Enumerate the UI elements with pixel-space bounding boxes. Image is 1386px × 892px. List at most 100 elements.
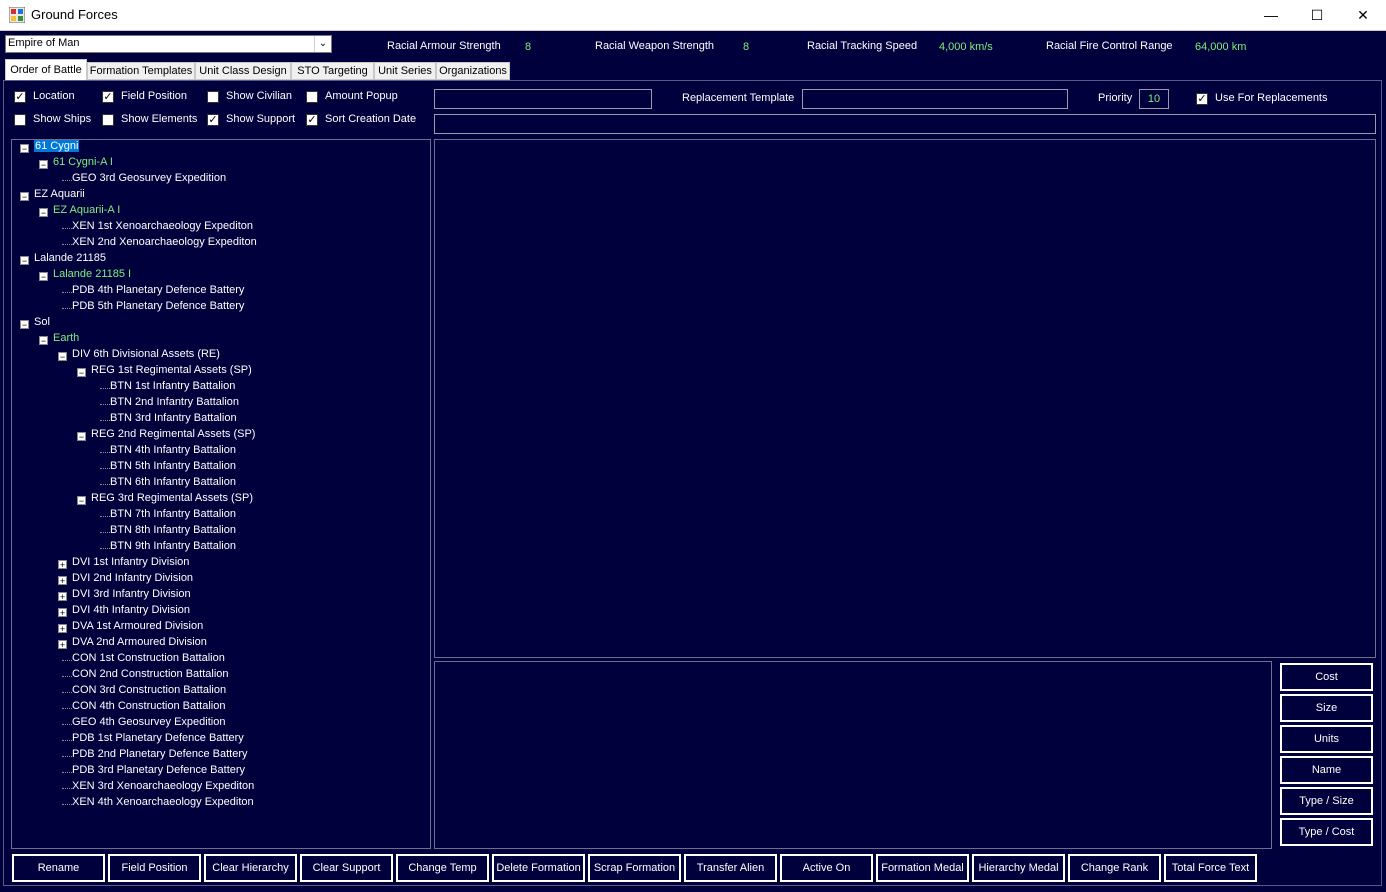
- tree-node[interactable]: BTN 5th Infantry Battalion: [110, 460, 236, 472]
- field-position-button[interactable]: Field Position: [107, 853, 202, 883]
- tree-node[interactable]: 61 Cygni-A I: [53, 156, 113, 168]
- rename-button[interactable]: Rename: [11, 853, 106, 883]
- tab-organizations[interactable]: Organizations: [436, 62, 510, 80]
- collapse-icon[interactable]: −: [20, 320, 29, 330]
- tab-sto-targeting[interactable]: STO Targeting: [291, 62, 374, 80]
- race-select[interactable]: Empire of Man ⌄: [5, 35, 332, 53]
- tree-node[interactable]: XEN 1st Xenoarchaeology Expediton: [72, 220, 253, 232]
- tree-node[interactable]: DVA 2nd Armoured Division: [72, 636, 207, 648]
- tree-node[interactable]: GEO 3rd Geosurvey Expedition: [72, 172, 226, 184]
- tree-node[interactable]: REG 1st Regimental Assets (SP): [91, 364, 252, 376]
- field-position-checkbox[interactable]: ✓: [102, 91, 114, 103]
- tree-node[interactable]: BTN 2nd Infantry Battalion: [110, 396, 239, 408]
- formation-name-input[interactable]: [434, 89, 652, 109]
- tree-node[interactable]: XEN 2nd Xenoarchaeology Expediton: [72, 236, 257, 248]
- location-checkbox[interactable]: ✓: [14, 91, 26, 103]
- collapse-icon[interactable]: −: [77, 432, 86, 442]
- tree-node[interactable]: PDB 3rd Planetary Defence Battery: [72, 764, 245, 776]
- tree-node[interactable]: BTN 9th Infantry Battalion: [110, 540, 236, 552]
- tree-node[interactable]: CON 4th Construction Battalion: [72, 700, 225, 712]
- collapse-icon[interactable]: −: [20, 192, 29, 202]
- sort-type-cost-button[interactable]: Type / Cost: [1280, 818, 1373, 846]
- tab-unit-class-design[interactable]: Unit Class Design: [195, 62, 291, 80]
- total-force-text-button[interactable]: Total Force Text: [1163, 853, 1258, 883]
- tree-node[interactable]: REG 2nd Regimental Assets (SP): [91, 428, 255, 440]
- sort-units-button[interactable]: Units: [1280, 725, 1373, 753]
- delete-formation-button[interactable]: Delete Formation: [491, 853, 586, 883]
- tab-formation-templates[interactable]: Formation Templates: [87, 62, 195, 80]
- formation-detail-panel[interactable]: [434, 139, 1376, 658]
- tree-node[interactable]: DVI 3rd Infantry Division: [72, 588, 191, 600]
- tree-node[interactable]: GEO 4th Geosurvey Expedition: [72, 716, 225, 728]
- maximize-button[interactable]: ☐: [1294, 0, 1340, 30]
- priority-input[interactable]: 10: [1139, 89, 1169, 109]
- use-for-replacements-checkbox[interactable]: ✓: [1196, 93, 1208, 105]
- replacement-template-input[interactable]: [802, 89, 1068, 109]
- collapse-icon[interactable]: −: [39, 160, 48, 170]
- tree-node[interactable]: BTN 6th Infantry Battalion: [110, 476, 236, 488]
- sort-name-button[interactable]: Name: [1280, 756, 1373, 784]
- collapse-icon[interactable]: −: [20, 144, 29, 154]
- tree-node[interactable]: 61 Cygni: [34, 140, 80, 152]
- tree-node[interactable]: CON 3rd Construction Battalion: [72, 684, 226, 696]
- tree-node[interactable]: EZ Aquarii: [34, 188, 85, 200]
- sort-cost-button[interactable]: Cost: [1280, 663, 1373, 691]
- tree-node[interactable]: Sol: [34, 316, 50, 328]
- sort-creation-date-checkbox[interactable]: ✓: [306, 114, 318, 126]
- collapse-icon[interactable]: −: [20, 256, 29, 266]
- close-button[interactable]: ✕: [1340, 0, 1386, 30]
- show-support-checkbox[interactable]: ✓: [207, 114, 219, 126]
- expand-icon[interactable]: +: [58, 640, 67, 650]
- expand-icon[interactable]: +: [58, 624, 67, 634]
- show-elements-checkbox[interactable]: [102, 114, 114, 126]
- scrap-formation-button[interactable]: Scrap Formation: [587, 853, 682, 883]
- sort-type-size-button[interactable]: Type / Size: [1280, 787, 1373, 815]
- tree-node[interactable]: BTN 4th Infantry Battalion: [110, 444, 236, 456]
- expand-icon[interactable]: +: [58, 608, 67, 618]
- tree-node[interactable]: DVA 1st Armoured Division: [72, 620, 203, 632]
- collapse-icon[interactable]: −: [77, 496, 86, 506]
- expand-icon[interactable]: +: [58, 592, 67, 602]
- tree-node[interactable]: PDB 1st Planetary Defence Battery: [72, 732, 244, 744]
- collapse-icon[interactable]: −: [77, 368, 86, 378]
- tree-node[interactable]: REG 3rd Regimental Assets (SP): [91, 492, 253, 504]
- tab-order-of-battle[interactable]: Order of Battle: [5, 59, 87, 81]
- collapse-icon[interactable]: −: [39, 336, 48, 346]
- tree-node[interactable]: DVI 1st Infantry Division: [72, 556, 189, 568]
- expand-icon[interactable]: +: [58, 576, 67, 586]
- change-temp-button[interactable]: Change Temp: [395, 853, 490, 883]
- show-ships-checkbox[interactable]: [14, 114, 26, 126]
- tree-node[interactable]: Lalande 21185 I: [53, 268, 131, 280]
- tree-node[interactable]: DVI 2nd Infantry Division: [72, 572, 193, 584]
- minimize-button[interactable]: —: [1248, 0, 1294, 30]
- unit-summary-panel[interactable]: [434, 661, 1272, 849]
- tree-node[interactable]: BTN 3rd Infantry Battalion: [110, 412, 237, 424]
- clear-support-button[interactable]: Clear Support: [299, 853, 394, 883]
- amount-popup-checkbox[interactable]: [306, 91, 318, 103]
- tree-node[interactable]: BTN 7th Infantry Battalion: [110, 508, 236, 520]
- change-rank-button[interactable]: Change Rank: [1067, 853, 1162, 883]
- tree-node[interactable]: XEN 4th Xenoarchaeology Expediton: [72, 796, 254, 808]
- show-civilian-checkbox[interactable]: [207, 91, 219, 103]
- collapse-icon[interactable]: −: [39, 208, 48, 218]
- tree-node[interactable]: PDB 4th Planetary Defence Battery: [72, 284, 244, 296]
- tree-node[interactable]: BTN 1st Infantry Battalion: [110, 380, 235, 392]
- collapse-icon[interactable]: −: [39, 272, 48, 282]
- tree-node[interactable]: Earth: [53, 332, 79, 344]
- clear-hierarchy-button[interactable]: Clear Hierarchy: [203, 853, 298, 883]
- order-of-battle-tree[interactable]: −61 Cygni −61 Cygni-A I GEO 3rd Geosurvey …: [11, 139, 431, 849]
- tree-node[interactable]: PDB 2nd Planetary Defence Battery: [72, 748, 247, 760]
- tree-node[interactable]: PDB 5th Planetary Defence Battery: [72, 300, 244, 312]
- collapse-icon[interactable]: −: [58, 352, 67, 362]
- active-on-button[interactable]: Active On: [779, 853, 874, 883]
- tab-unit-series[interactable]: Unit Series: [374, 62, 436, 80]
- tree-node[interactable]: DVI 4th Infantry Division: [72, 604, 190, 616]
- tree-node[interactable]: DIV 6th Divisional Assets (RE): [72, 348, 220, 360]
- tree-node[interactable]: XEN 3rd Xenoarchaeology Expediton: [72, 780, 254, 792]
- tree-node[interactable]: CON 2nd Construction Battalion: [72, 668, 229, 680]
- sort-size-button[interactable]: Size: [1280, 694, 1373, 722]
- expand-icon[interactable]: +: [58, 560, 67, 570]
- tree-node[interactable]: BTN 8th Infantry Battalion: [110, 524, 236, 536]
- chevron-down-icon[interactable]: ⌄: [314, 36, 331, 52]
- tree-node[interactable]: EZ Aquarii-A I: [53, 204, 120, 216]
